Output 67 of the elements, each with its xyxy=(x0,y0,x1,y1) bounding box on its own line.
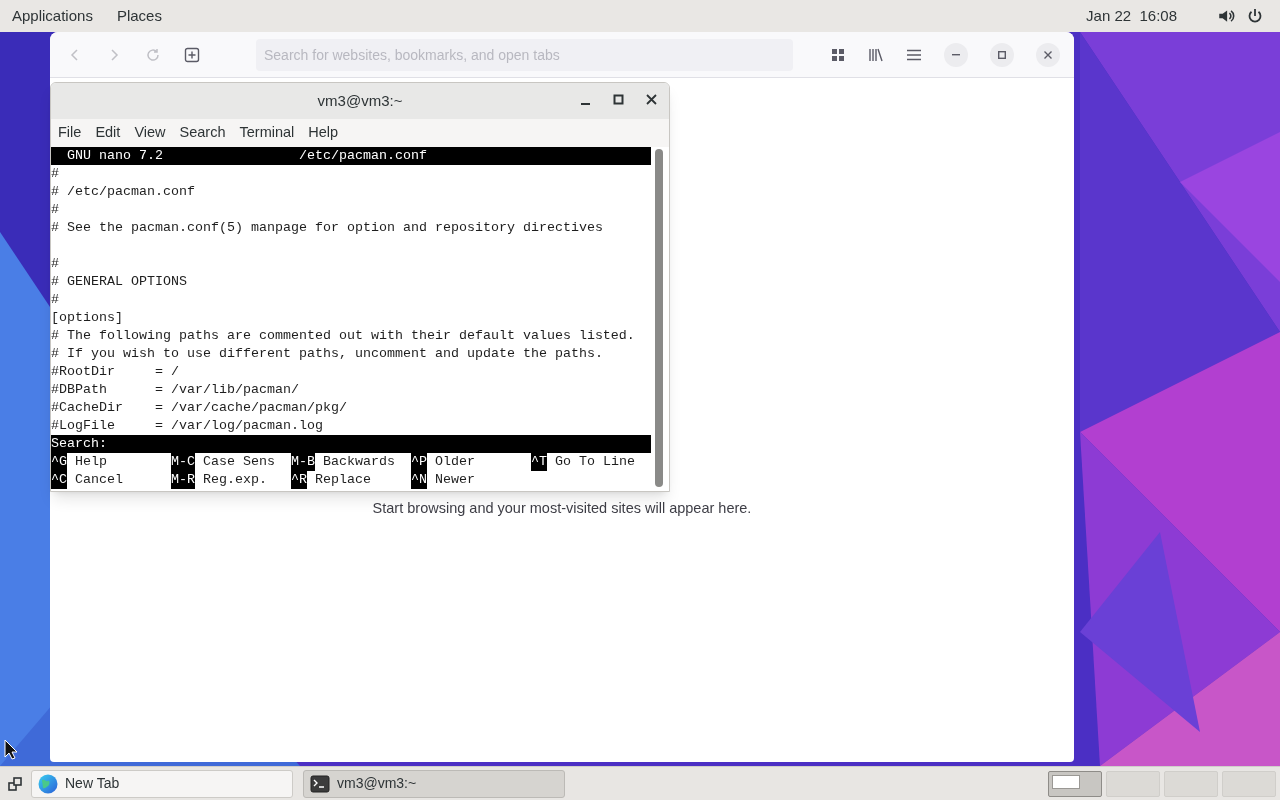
menu-item[interactable]: Terminal xyxy=(239,122,295,144)
shortcut-key: M-R xyxy=(171,471,195,489)
menu-item[interactable]: Search xyxy=(179,122,226,144)
shortcut-label: Reg.exp. xyxy=(203,471,267,489)
terminal-icon xyxy=(310,774,330,793)
menu-item[interactable]: Edit xyxy=(95,122,121,144)
code-line: #RootDir = / xyxy=(51,364,179,379)
shortcut-label: Backwards xyxy=(323,453,395,471)
empty-page-message: Start browsing and your most-visited sites will appear here. xyxy=(372,499,752,518)
shortcut-label: Replace xyxy=(315,471,371,489)
shortcut-key: ^P xyxy=(411,453,427,471)
code-line: [options] xyxy=(51,310,123,325)
code-line: #CacheDir = /var/cache/pacman/pkg/ xyxy=(51,400,347,415)
show-desktop-icon[interactable] xyxy=(8,776,22,791)
menu-item[interactable]: File xyxy=(58,122,82,144)
code-line: # xyxy=(51,202,59,217)
window-title: vm3@vm3:~ xyxy=(317,90,403,111)
shortcut-label: Older xyxy=(435,453,475,471)
maximize-icon xyxy=(998,50,1006,59)
close-icon xyxy=(1044,50,1052,59)
taskbar-window-button[interactable]: New Tab xyxy=(31,769,293,798)
code-line: # If you wish to use different paths, uncomment and update the paths. xyxy=(51,346,603,361)
shortcut-key: ^R xyxy=(291,471,307,489)
shortcut-key: ^N xyxy=(411,471,427,489)
search-prompt[interactable]: Search: xyxy=(51,435,107,453)
shortcut-label: Case Sens xyxy=(203,453,275,471)
code-line: # xyxy=(51,166,59,181)
top-bar-menu[interactable]: Applications xyxy=(12,4,93,28)
new-tab-icon[interactable] xyxy=(184,46,200,63)
shortcut-key: ^G xyxy=(51,453,67,471)
close-icon[interactable] xyxy=(646,94,657,105)
maximize-icon[interactable] xyxy=(613,94,624,105)
shortcut-key: ^T xyxy=(531,453,547,471)
clock[interactable]: Jan 22 16:08 xyxy=(1086,4,1177,28)
shortcut-key: M-C xyxy=(171,453,195,471)
menu-item[interactable]: Help xyxy=(308,122,339,144)
window-thumbnail xyxy=(1052,774,1080,789)
maximize-button[interactable] xyxy=(990,42,1014,67)
shortcut-label: Go To Line xyxy=(555,453,635,471)
power-icon[interactable] xyxy=(1247,8,1263,24)
file-name: /etc/pacman.conf xyxy=(299,147,427,165)
code-line: #DBPath = /var/lib/pacman/ xyxy=(51,382,299,397)
menu-item[interactable]: View xyxy=(134,122,166,144)
code-line: # xyxy=(51,292,59,307)
top-bar-menu[interactable]: Places xyxy=(116,4,162,28)
shortcut-label: Help xyxy=(75,453,107,471)
mouse-pointer-icon xyxy=(4,739,18,760)
url-search-field[interactable]: Search for websites, bookmarks, and open tabs xyxy=(256,38,793,71)
code-line: # GENERAL OPTIONS xyxy=(51,274,187,289)
code-line: # The following paths are commented out with their default values listed. xyxy=(51,328,635,343)
grid-icon[interactable] xyxy=(830,46,846,63)
minimize-icon xyxy=(952,53,960,56)
code-line: # See the pacman.conf(5) manpage for option and repository directives xyxy=(51,220,603,235)
taskbar-window-button[interactable]: vm3@vm3:~ xyxy=(303,769,565,798)
code-line: #LogFile = /var/log/pacman.log xyxy=(51,418,323,433)
library-icon[interactable] xyxy=(868,46,884,63)
code-line: # xyxy=(51,256,59,271)
code-line: # /etc/pacman.conf xyxy=(51,184,195,199)
shortcut-key: M-B xyxy=(291,453,315,471)
shortcut-label: Cancel xyxy=(75,471,123,489)
shortcut-key: ^C xyxy=(51,471,67,489)
shortcut-label: Newer xyxy=(435,471,475,489)
volume-icon[interactable] xyxy=(1217,7,1235,25)
scrollbar-thumb[interactable] xyxy=(655,149,663,487)
nano-version: GNU nano 7.2 xyxy=(67,147,164,165)
workspace-button[interactable] xyxy=(1048,770,1102,797)
globe-icon xyxy=(38,773,58,794)
